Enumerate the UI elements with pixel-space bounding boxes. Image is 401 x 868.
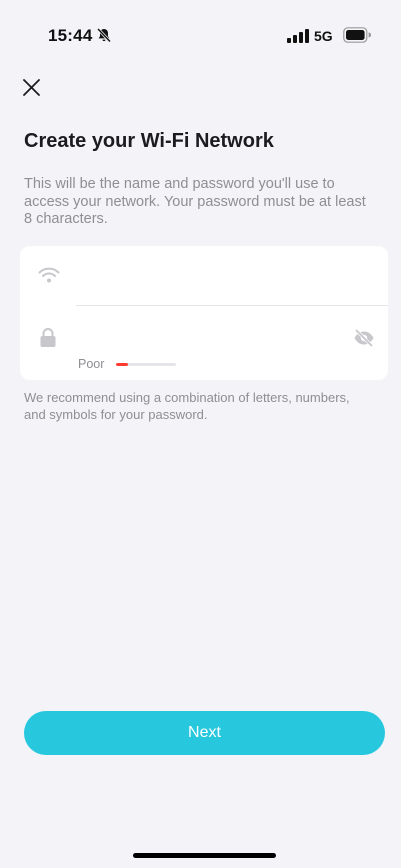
bell-off-icon: [96, 27, 112, 43]
page-title: Create your Wi-Fi Network: [24, 130, 274, 152]
network-form-card: Poor: [20, 246, 388, 380]
password-strength-fill: [116, 363, 128, 366]
network-type: 5G: [314, 28, 333, 44]
network-name-input[interactable]: [76, 256, 376, 296]
lock-icon: [40, 328, 56, 347]
status-bar: 15:44 5G: [0, 0, 401, 54]
password-strength-meter: [116, 363, 176, 366]
close-icon[interactable]: [20, 76, 44, 100]
password-input[interactable]: [76, 318, 336, 358]
next-button[interactable]: Next: [24, 711, 385, 755]
signal-icon: [287, 29, 309, 43]
status-time: 15:44: [48, 26, 93, 45]
divider: [76, 305, 388, 306]
eye-off-icon[interactable]: [353, 328, 375, 348]
battery-icon: [343, 27, 371, 43]
password-hint: We recommend using a combination of lett…: [24, 390, 350, 422]
password-strength-label: Poor: [78, 357, 105, 371]
page-description: This will be the name and password you'l…: [24, 176, 366, 227]
wifi-icon: [38, 267, 60, 283]
home-indicator: [133, 853, 276, 858]
